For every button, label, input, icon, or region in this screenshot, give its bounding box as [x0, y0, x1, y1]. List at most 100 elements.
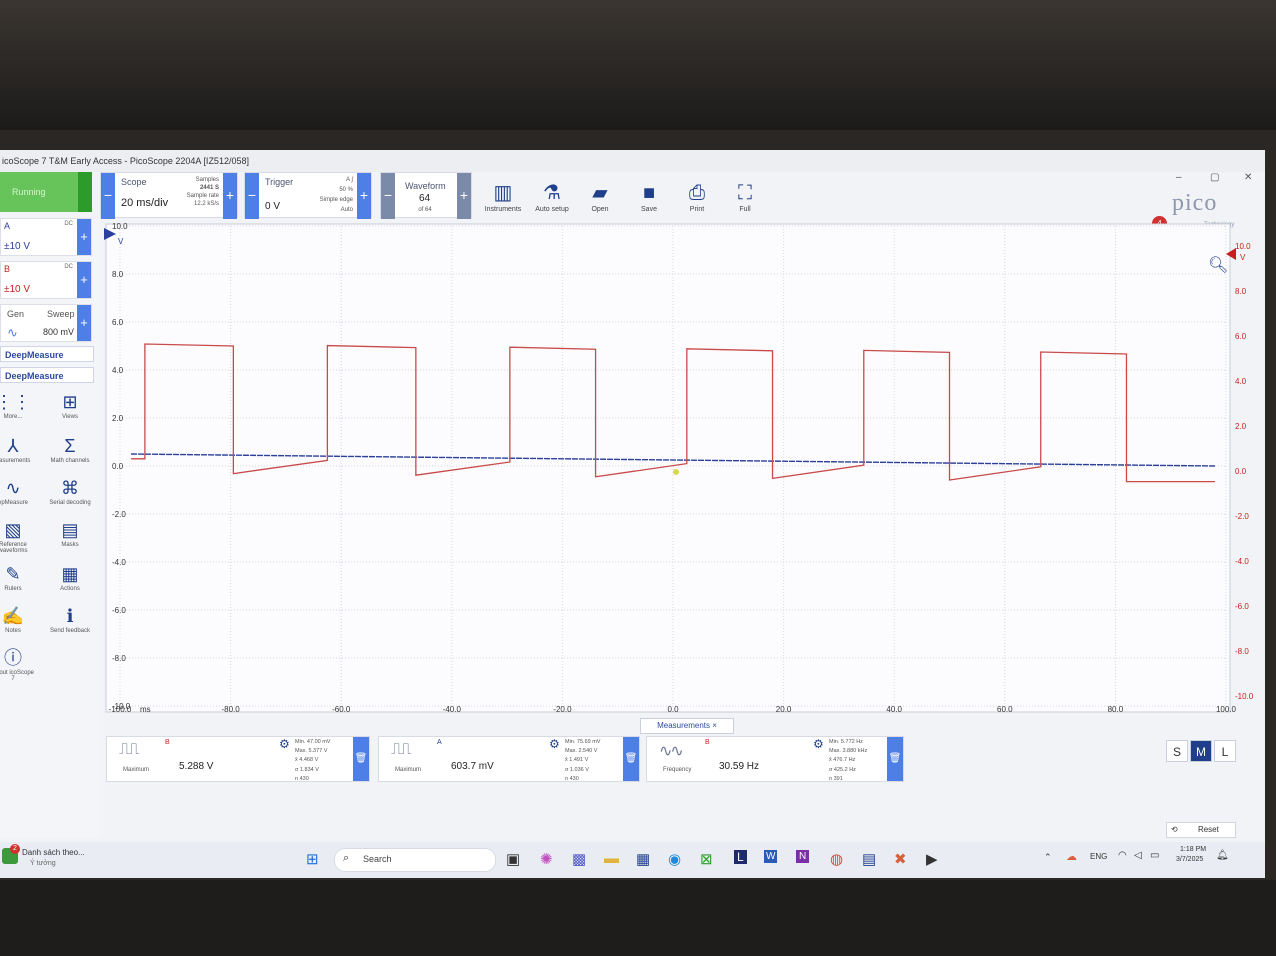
left-axis-unit: V — [118, 237, 124, 246]
delete-measurement-1-button[interactable]: 🗑︎ — [353, 737, 369, 781]
media-player-icon[interactable]: ▶ — [926, 850, 938, 868]
measurement-2-value: 603.7 mV — [451, 761, 494, 772]
right-axis-unit: V — [1240, 253, 1246, 262]
right-tick-label: 2.0 — [1235, 422, 1247, 431]
scope-plot[interactable]: 10.0 8.0 6.0 4.0 2.0 0.0 -2.0 -4.0 -6.0 -8.0 -10.0… — [0, 150, 1265, 734]
task-view-icon[interactable]: ▣ — [506, 850, 520, 868]
left-tick-label: -8.0 — [112, 654, 126, 663]
size-large-button[interactable]: L — [1214, 740, 1236, 762]
right-tick-label: 10.0 — [1235, 242, 1251, 251]
clock-time[interactable]: 1:18 PM — [1180, 846, 1206, 853]
measurements-tab[interactable]: Measurements × — [640, 718, 734, 734]
reset-icon: ⟲ — [1171, 825, 1178, 834]
picoscope-icon[interactable]: ▤ — [862, 850, 876, 868]
trash-icon: 🗑︎ — [888, 753, 902, 764]
file-explorer-icon[interactable]: ▬ — [604, 850, 619, 867]
right-tick-label: -8.0 — [1235, 647, 1249, 656]
close-tab-icon[interactable]: × — [712, 721, 717, 730]
search-placeholder: Search — [363, 854, 392, 864]
language-indicator[interactable]: ENG — [1090, 852, 1107, 861]
measurement-card-1[interactable]: ⎍⎍ B Maximum 5.288 V ⚙ Min. 47.00 mV Max.… — [106, 736, 370, 782]
measurement-3-kind: Frequency — [663, 767, 692, 773]
left-tick-label: 2.0 — [112, 414, 124, 423]
taskbar-search[interactable]: ⌕ Search — [334, 848, 496, 872]
left-tick-label: 4.0 — [112, 366, 124, 375]
reset-button[interactable]: ⟲ Reset — [1166, 822, 1236, 838]
screen: icoScope 7 T&M Early Access - PicoScope … — [0, 150, 1265, 878]
delete-measurement-3-button[interactable]: 🗑︎ — [887, 737, 903, 781]
xmind-icon[interactable]: ✖ — [894, 850, 907, 868]
measurement-2-kind: Maximum — [395, 767, 422, 773]
x-tick-label: 100.0 — [1216, 705, 1237, 714]
gear-icon[interactable]: ⚙ — [279, 737, 290, 751]
square-wave-icon: ⎍⎍ — [119, 741, 139, 758]
onenote-icon[interactable]: N — [796, 850, 810, 863]
measurement-1-channel: B — [165, 739, 170, 746]
right-tick-label: 8.0 — [1235, 287, 1247, 296]
left-tick-label: -6.0 — [112, 606, 126, 615]
trigger-marker — [673, 469, 679, 475]
news-badge: 2 — [10, 844, 20, 854]
x-tick-label: -40.0 — [443, 705, 462, 714]
news-title[interactable]: Danh sách theo... — [22, 848, 85, 857]
xbox-icon[interactable]: ⊠ — [700, 850, 713, 868]
delete-measurement-2-button[interactable]: 🗑︎ — [623, 737, 639, 781]
x-tick-label: 20.0 — [776, 705, 792, 714]
wifi-icon[interactable]: ◠ — [1118, 850, 1127, 861]
l-app-icon[interactable]: L — [734, 850, 747, 864]
bezel-bottom — [0, 880, 1276, 956]
measurement-1-kind: Maximum — [123, 767, 150, 773]
left-tick-label: 10.0 — [112, 222, 128, 231]
taskbar: 2 Danh sách theo... Ý tưởng ⊞ ⌕ Search ▣… — [0, 842, 1265, 878]
volume-icon[interactable]: ◁ — [1134, 850, 1142, 861]
measurement-3-channel: B — [705, 739, 710, 746]
measurement-card-2[interactable]: ⎍⎍ A Maximum 603.7 mV ⚙ Min. 75.69 mV Max… — [378, 736, 640, 782]
size-medium-button[interactable]: M — [1190, 740, 1212, 762]
left-tick-label: 8.0 — [112, 270, 124, 279]
measurement-1-stats: Min. 47.00 mV Max. 5.377 Vx̄ 4.468 Vσ 1.8… — [295, 739, 331, 782]
clock-date[interactable]: 3/7/2025 — [1176, 856, 1203, 863]
x-tick-label: -60.0 — [332, 705, 351, 714]
measurement-card-3[interactable]: ∿∿ B Frequency 30.59 Hz ⚙ Min. 5.772 Hz M… — [646, 736, 904, 782]
right-tick-label: 4.0 — [1235, 377, 1247, 386]
copilot-icon[interactable]: ✺ — [540, 850, 553, 868]
trash-icon: 🗑︎ — [624, 753, 638, 764]
x-tick-label: 80.0 — [1108, 705, 1124, 714]
measurement-3-stats: Min. 5.772 Hz Max. 3.880 kHz x̄ 476.7 Hz σ … — [829, 739, 868, 782]
x-tick-label: 0.0 — [667, 705, 679, 714]
left-tick-label: -4.0 — [112, 558, 126, 567]
right-tick-label: 6.0 — [1235, 332, 1247, 341]
windows-start-icon[interactable]: ⊞ — [306, 850, 319, 868]
x-tick-label: 60.0 — [997, 705, 1013, 714]
notifications-icon[interactable]: 🔔︎ — [1216, 850, 1229, 861]
x-tick-label: 40.0 — [886, 705, 902, 714]
teams-icon[interactable]: ▩ — [572, 850, 586, 868]
chevron-up-icon[interactable]: ⌃ — [1044, 852, 1052, 863]
edge-icon[interactable]: ◉ — [668, 850, 681, 868]
onedrive-icon[interactable]: ☁ — [1066, 850, 1077, 863]
measurement-1-value: 5.288 V — [179, 761, 214, 772]
search-icon: ⌕ — [343, 852, 350, 864]
right-tick-label: 0.0 — [1235, 467, 1247, 476]
left-tick-label: 0.0 — [112, 462, 124, 471]
left-tick-label: -2.0 — [112, 510, 126, 519]
store-icon[interactable]: ▦ — [636, 850, 650, 868]
size-small-button[interactable]: S — [1166, 740, 1188, 762]
gear-icon[interactable]: ⚙ — [813, 737, 824, 751]
right-tick-label: -2.0 — [1235, 512, 1249, 521]
x-tick-label: -100.0 — [109, 705, 132, 714]
trash-icon: 🗑︎ — [354, 753, 368, 764]
word-icon[interactable]: W — [764, 850, 778, 863]
measurement-3-value: 30.59 Hz — [719, 761, 760, 772]
gear-icon[interactable]: ⚙ — [549, 737, 560, 751]
sine-wave-icon: ∿∿ — [659, 743, 684, 760]
right-tick-label: -4.0 — [1235, 557, 1249, 566]
zoom-icon[interactable]: 🔍︎ — [1208, 255, 1228, 274]
right-tick-label: -10.0 — [1235, 692, 1254, 701]
measurement-2-stats: Min. 75.69 mV Max. 2.540 Vx̄ 1.491 Vσ 1.0… — [565, 739, 601, 782]
news-sub: Ý tưởng — [30, 860, 56, 867]
x-tick-label: -80.0 — [221, 705, 240, 714]
battery-icon[interactable]: ▭ — [1150, 850, 1159, 861]
measurement-2-channel: A — [437, 739, 442, 746]
chrome-icon[interactable]: ◍ — [830, 850, 843, 868]
